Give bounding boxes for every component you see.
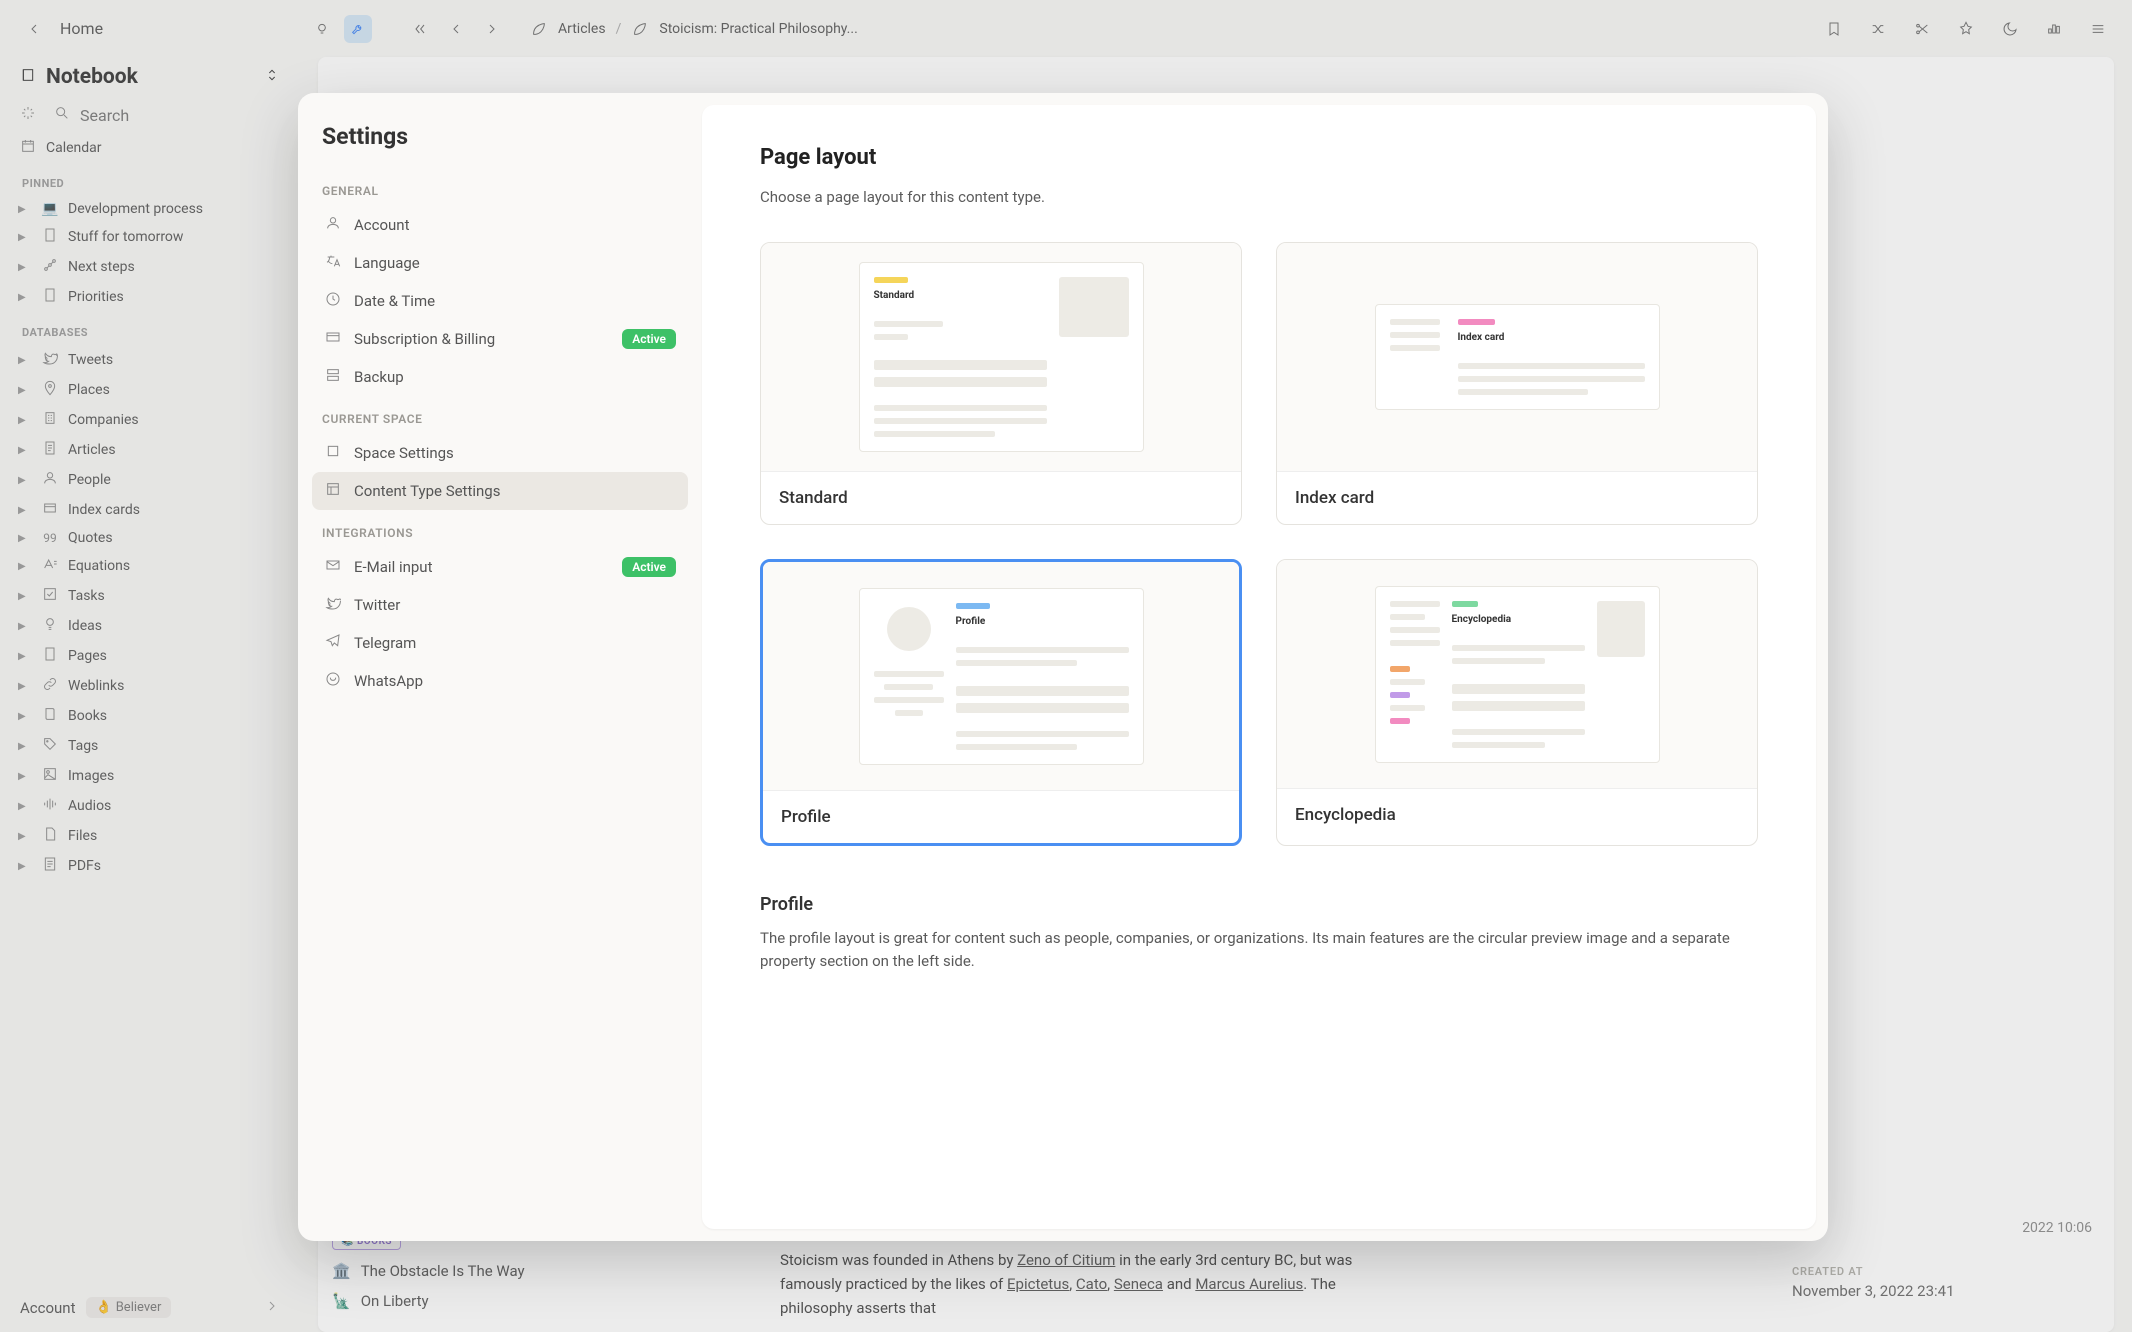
layout-name: Profile [763,790,1239,843]
layout-desc-body: The profile layout is great for content … [760,927,1730,974]
settings-section-integrations: INTEGRATIONS [312,510,688,548]
settings-item-label: Backup [354,368,404,386]
settings-item-label: Content Type Settings [354,482,500,500]
language-icon [324,253,342,273]
settings-item-datetime[interactable]: Date & Time [312,282,688,320]
settings-item-twitter[interactable]: Twitter [312,586,688,624]
settings-item-backup[interactable]: Backup [312,358,688,396]
settings-section-general: GENERAL [312,168,688,206]
twitter-icon [324,595,342,615]
settings-modal: Settings GENERAL Account Language Date &… [298,93,1828,1241]
settings-sidebar: Settings GENERAL Account Language Date &… [298,93,702,1241]
layout-card-profile[interactable]: Profile Profile [760,559,1242,846]
backup-icon [324,367,342,387]
preview-image-stub [1597,601,1645,657]
settings-title: Settings [312,115,688,168]
layout-preview-profile: Profile [763,562,1239,790]
settings-section-space: CURRENT SPACE [312,396,688,434]
settings-item-telegram[interactable]: Telegram [312,624,688,662]
settings-item-account[interactable]: Account [312,206,688,244]
preview-avatar-stub [887,607,931,651]
preview-label: Index card [1458,332,1645,343]
layout-name: Standard [761,471,1241,524]
layout-name: Index card [1277,471,1757,524]
layout-card-index-card[interactable]: Index card Index card [1276,242,1758,525]
layout-preview-encyclopedia: Encyclopedia [1277,560,1757,788]
user-icon [324,215,342,235]
preview-label: Encyclopedia [1452,614,1585,625]
settings-item-label: E-Mail input [354,558,432,576]
layout-preview-standard: Standard [761,243,1241,471]
telegram-icon [324,633,342,653]
layout-card-encyclopedia[interactable]: Encyclopedia [1276,559,1758,846]
settings-item-label: Language [354,254,420,272]
panel-subtitle: Choose a page layout for this content ty… [760,188,1758,206]
mail-icon [324,557,342,577]
settings-item-label: Telegram [354,634,416,652]
settings-item-label: Subscription & Billing [354,330,495,348]
settings-item-content-type[interactable]: Content Type Settings [312,472,688,510]
preview-label: Standard [874,290,1047,301]
settings-item-whatsapp[interactable]: WhatsApp [312,662,688,700]
square-icon [324,443,342,463]
settings-item-space-settings[interactable]: Space Settings [312,434,688,472]
clock-icon [324,291,342,311]
settings-item-email[interactable]: E-Mail input Active [312,548,688,586]
whatsapp-icon [324,671,342,691]
settings-item-label: Twitter [354,596,400,614]
panel-title: Page layout [760,145,1758,170]
card-icon [324,329,342,349]
active-badge: Active [622,557,676,577]
layout-preview-index-card: Index card [1277,243,1757,471]
settings-panel: Page layout Choose a page layout for thi… [702,105,1816,1229]
layout-card-standard[interactable]: Standard [760,242,1242,525]
preview-label: Profile [956,616,1129,627]
layout-desc-title: Profile [760,894,1758,915]
settings-item-label: Date & Time [354,292,435,310]
settings-item-language[interactable]: Language [312,244,688,282]
layout-icon [324,481,342,501]
layout-name: Encyclopedia [1277,788,1757,841]
active-badge: Active [622,329,676,349]
settings-item-label: Space Settings [354,444,454,462]
preview-image-stub [1059,277,1129,337]
settings-item-label: Account [354,216,410,234]
settings-item-label: WhatsApp [354,672,423,690]
settings-item-billing[interactable]: Subscription & Billing Active [312,320,688,358]
